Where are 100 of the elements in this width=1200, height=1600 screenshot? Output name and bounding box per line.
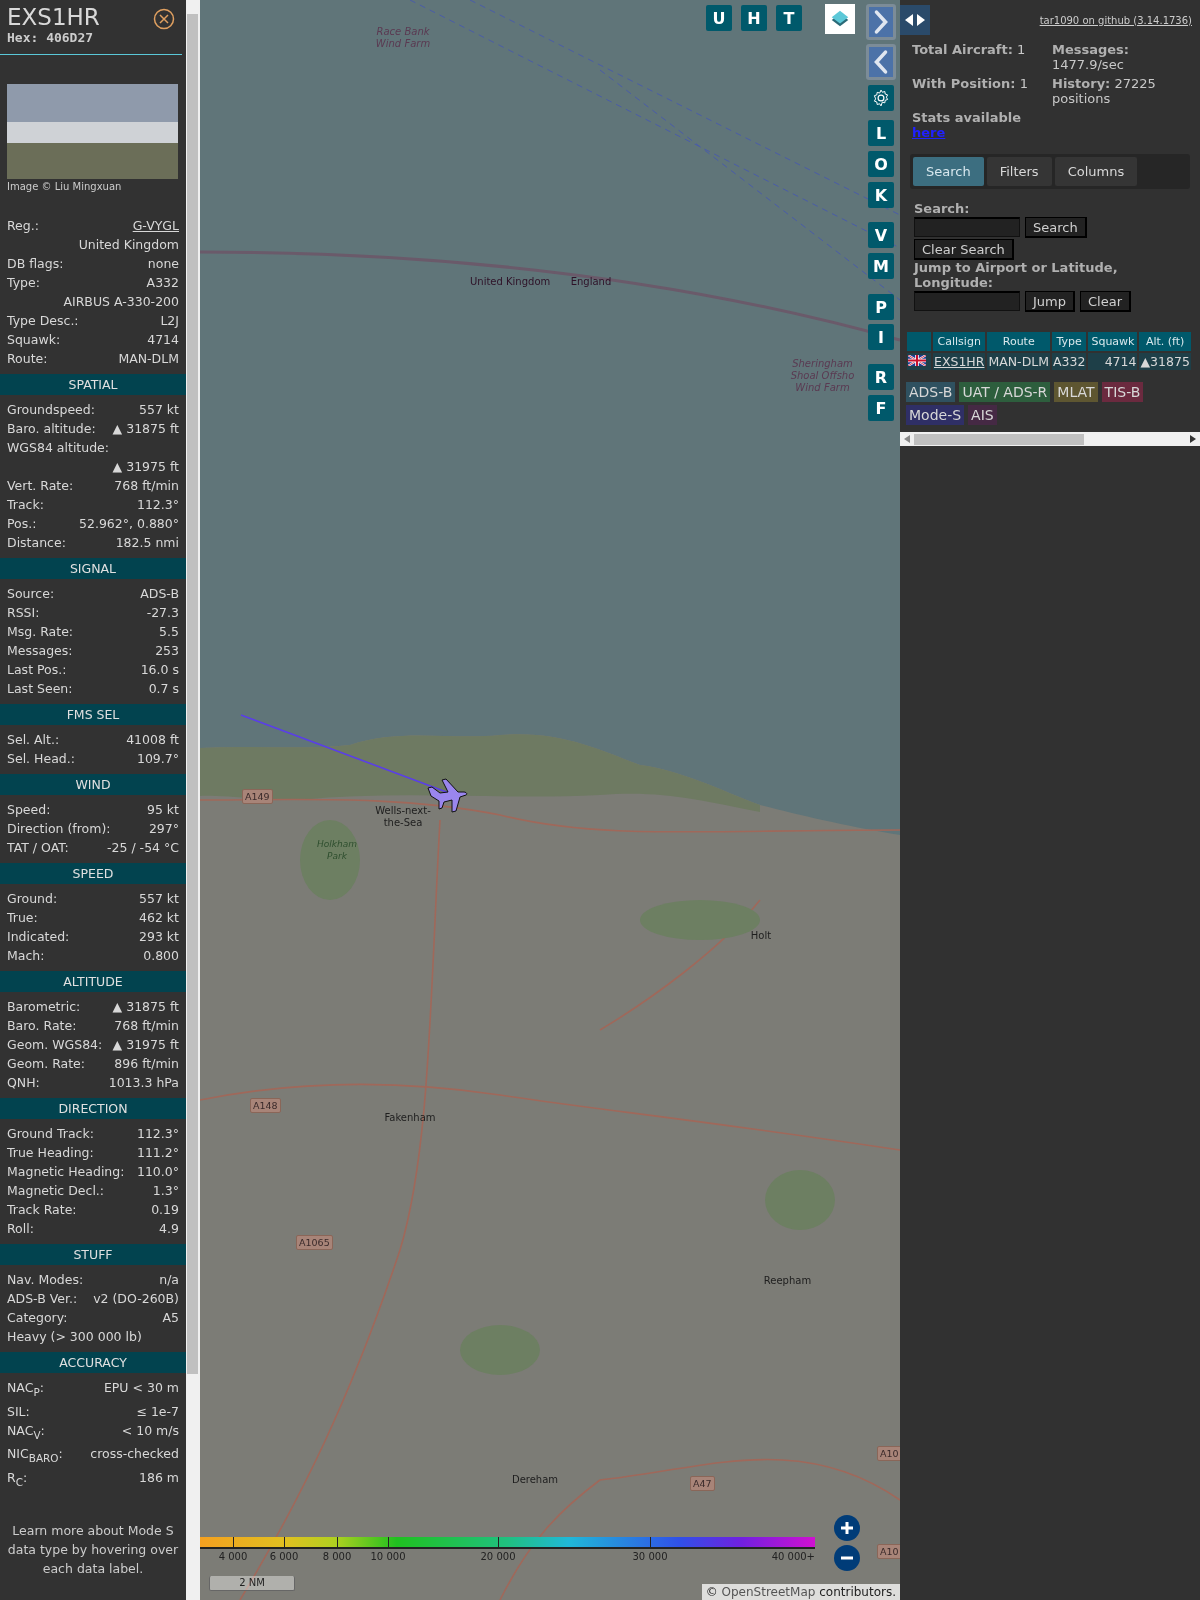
field-label: Last Pos.:	[7, 661, 67, 679]
map-place-label: Holkham Park	[316, 838, 358, 862]
chevron-left-icon	[872, 49, 890, 75]
tab[interactable]: Filters	[986, 157, 1052, 186]
attribution-link[interactable]: OpenStreetMap	[721, 1585, 816, 1599]
altitude-tick-label: 20 000	[480, 1551, 516, 1562]
altitude-tick-label: 8 000	[322, 1551, 352, 1562]
map-toggle-button[interactable]: K	[868, 182, 894, 208]
field-label: NAC$_{P}$:	[7, 1379, 44, 1400]
jump-field[interactable]	[914, 291, 1020, 311]
field-value: 293 kt	[139, 928, 179, 946]
section-heading: DIRECTION	[0, 1098, 186, 1119]
field-value: 41008 ft	[126, 731, 179, 749]
table-cell: 4714	[1088, 353, 1138, 370]
field-value: 557 kt	[139, 890, 179, 908]
field-label: RSSI:	[7, 604, 40, 622]
field-label: Pos.:	[7, 515, 37, 533]
section-heading: ACCURACY	[0, 1352, 186, 1373]
search-field[interactable]	[914, 217, 1020, 237]
map-toggle-button[interactable]: T	[776, 5, 802, 31]
map-place-label: United Kingdom	[470, 276, 550, 288]
altitude-tick-label: 6 000	[269, 1551, 299, 1562]
field-value: L2J	[160, 312, 179, 330]
vertical-scrollbar[interactable]	[186, 0, 200, 1600]
help-text: Learn more about Mode S data type by hovering over each data label.	[6, 1522, 180, 1578]
map-toggle-button[interactable]: M	[868, 253, 894, 279]
table-cell: MAN-DLM	[987, 353, 1050, 370]
map-toggle-button[interactable]: V	[868, 222, 894, 248]
field-label: Magnetic Decl.:	[7, 1182, 105, 1200]
road-number: A1065	[296, 1235, 333, 1250]
map-toggle-button[interactable]: O	[868, 151, 894, 177]
field-value: 112.3°	[136, 1125, 179, 1143]
left-right-arrows-icon	[904, 13, 926, 27]
layers-button[interactable]	[825, 4, 855, 34]
panel-toggle-button[interactable]	[900, 5, 930, 35]
collapse-button[interactable]	[866, 44, 896, 80]
version-link[interactable]: tar1090 on github (3.14.1736)	[1039, 14, 1192, 26]
callsign-link[interactable]: EXS1HR	[934, 354, 985, 369]
column-header[interactable]: Callsign	[933, 332, 986, 351]
search-button[interactable]: Search	[1025, 217, 1087, 238]
scroll-right-icon[interactable]	[1190, 435, 1196, 443]
field-value: 896 ft/min	[114, 1055, 179, 1073]
field-label: Type Desc.:	[7, 312, 79, 330]
field-value: 1.3°	[152, 1182, 179, 1200]
field-label: Messages:	[7, 642, 73, 660]
settings-icon	[871, 88, 891, 108]
map-toggle-button[interactable]: P	[868, 294, 894, 320]
column-header[interactable]: Route	[987, 332, 1050, 351]
map-place-label: Sheringham Shoal Offsho Wind Farm	[789, 358, 856, 394]
map-toggle-button[interactable]: F	[868, 395, 894, 421]
map-place-label: Reepham	[762, 1275, 813, 1287]
field-label: Ground Track:	[7, 1125, 94, 1143]
altitude-tick-label: 30 000	[632, 1551, 668, 1562]
column-header[interactable]: Squawk	[1088, 332, 1138, 351]
scroll-left-icon[interactable]	[904, 435, 910, 443]
section-heading: ALTITUDE	[0, 971, 186, 992]
field-label: Category:	[7, 1309, 68, 1327]
clear-search-button[interactable]: Clear Search	[914, 239, 1014, 260]
column-header[interactable]: Type	[1052, 332, 1087, 351]
field-label: NIC$_{BARO}$:	[7, 1445, 63, 1466]
field-value: 109.7°	[136, 750, 179, 768]
tab[interactable]: Columns	[1054, 157, 1138, 186]
map-place-label: England	[569, 276, 613, 288]
stat-text: History: 27225 positions	[1052, 76, 1157, 106]
map-toggle-button[interactable]: H	[741, 5, 767, 31]
map-toggle-button[interactable]: I	[868, 324, 894, 350]
tab[interactable]: Search	[913, 157, 984, 186]
horizontal-scrollbar[interactable]	[900, 432, 1200, 446]
section-heading: SPEED	[0, 863, 186, 884]
field-label: Geom. Rate:	[7, 1055, 86, 1073]
section-heading: WIND	[0, 774, 186, 795]
field-value: 111.2°	[136, 1144, 179, 1162]
field-value: 112.3°	[136, 496, 179, 514]
registration-link[interactable]: G-VYGL	[132, 216, 179, 235]
field-label: Roll:	[7, 1220, 34, 1238]
expand-button[interactable]	[866, 4, 896, 40]
field-value: 5.5	[159, 623, 179, 641]
map-toggle-button[interactable]: U	[706, 5, 732, 31]
field-label: Search:	[914, 201, 971, 216]
field-value: 0.800	[143, 947, 179, 965]
map-toggle-button[interactable]: L	[868, 120, 894, 146]
field-label: Heavy (> 300 000 lb)	[7, 1328, 142, 1346]
field-value: -25 / -54 °C	[107, 839, 179, 857]
field-label: Direction (from):	[7, 820, 111, 838]
field-value: ≤ 1e-7	[136, 1402, 179, 1421]
settings-button[interactable]	[868, 85, 894, 111]
field-value: United Kingdom	[78, 236, 179, 254]
jump-button[interactable]: Jump	[1025, 291, 1075, 312]
chevron-right-icon	[872, 9, 890, 35]
field-label: Baro. altitude:	[7, 420, 96, 438]
map-place-label: Race Bank Wind Farm	[374, 26, 432, 50]
clear-button[interactable]: Clear	[1080, 291, 1131, 312]
field-value: none	[147, 255, 179, 273]
road-number: A47	[690, 1476, 715, 1491]
map-toggle-button[interactable]: R	[868, 364, 894, 390]
stat-text: Stats available	[912, 110, 1023, 125]
source-tag: TIS-B	[1101, 382, 1144, 402]
close-icon[interactable]	[153, 8, 175, 30]
column-header[interactable]: Alt. (ft)	[1139, 332, 1191, 351]
field-value: < 10 m/s	[121, 1421, 179, 1440]
